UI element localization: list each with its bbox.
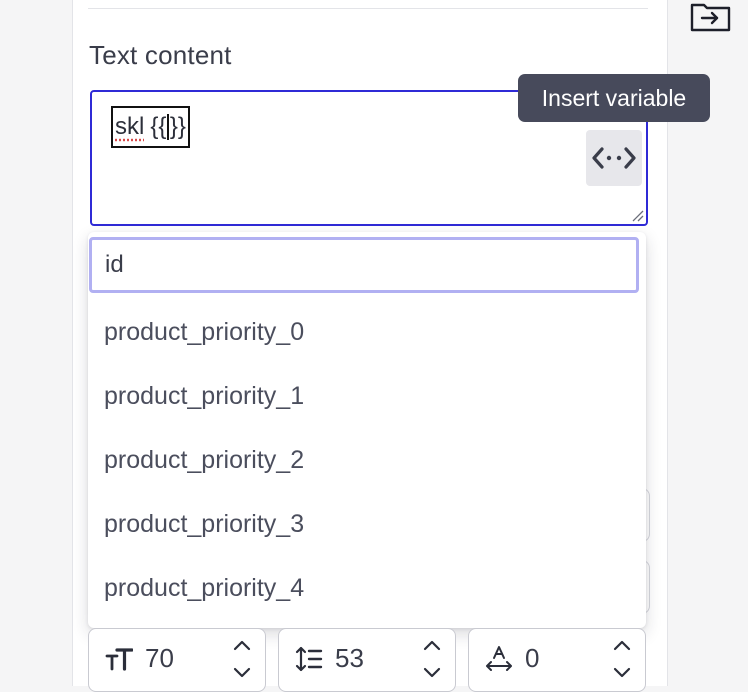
text-caret (167, 114, 169, 140)
text-content-label: Text content (89, 40, 232, 70)
variable-dropdown: product_priority_0 product_priority_1 pr… (88, 232, 646, 628)
line-height-stepper[interactable]: 53 (278, 628, 456, 692)
resize-handle-icon[interactable] (630, 208, 644, 222)
letter-spacing-stepper[interactable]: 0 (468, 628, 646, 692)
font-size-icon (105, 648, 133, 671)
export-to-folder-icon[interactable] (690, 2, 732, 32)
variable-option[interactable]: product_priority_4 (104, 568, 304, 608)
chevron-up-icon[interactable] (613, 639, 631, 651)
line-height-value: 53 (335, 643, 364, 673)
variable-option[interactable]: product_priority_0 (104, 312, 304, 352)
line-height-icon (295, 646, 323, 672)
letter-spacing-icon (486, 646, 512, 671)
text-value: skl {{}} (111, 106, 190, 148)
chevron-up-icon[interactable] (233, 639, 251, 651)
font-size-stepper[interactable]: 70 (88, 628, 266, 692)
variable-search-input[interactable] (89, 237, 639, 293)
insert-variable-button[interactable] (586, 130, 642, 186)
variable-option[interactable]: product_priority_3 (104, 504, 304, 544)
variable-option[interactable]: product_priority_2 (104, 440, 304, 480)
code-brackets-icon (592, 147, 636, 169)
typography-controls: 70 53 0 (88, 628, 650, 692)
chevron-down-icon[interactable] (233, 667, 251, 679)
font-size-value: 70 (145, 643, 174, 673)
chevron-up-icon[interactable] (423, 639, 441, 651)
text-value-word: skl (115, 113, 145, 140)
insert-variable-tooltip: Insert variable (518, 74, 710, 122)
text-value-braces-open: {{ (150, 113, 167, 140)
variable-option[interactable]: product_priority_1 (104, 376, 304, 416)
chevron-down-icon[interactable] (613, 667, 631, 679)
chevron-down-icon[interactable] (423, 667, 441, 679)
top-divider (88, 0, 648, 9)
text-value-braces-close: }} (169, 113, 186, 140)
letter-spacing-value: 0 (525, 643, 540, 673)
